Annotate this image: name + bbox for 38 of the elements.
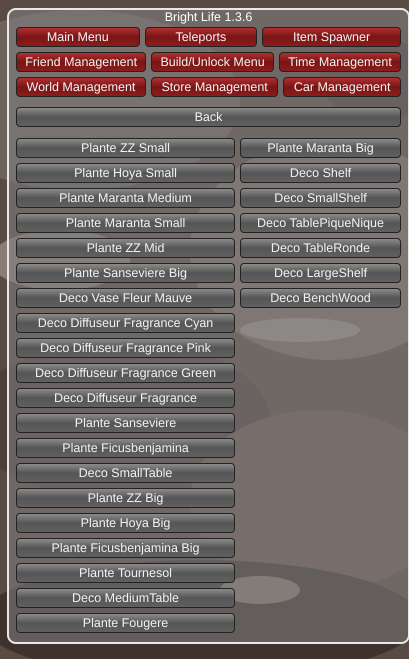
item-button[interactable]: Deco SmallShelf [240, 188, 401, 208]
item-button[interactable]: Plante ZZ Mid [16, 238, 235, 258]
item-button[interactable]: Plante Tournesol [16, 563, 235, 583]
menu-button[interactable]: Store Management [150, 77, 278, 97]
item-button[interactable]: Deco Diffuseur Fragrance Cyan [16, 313, 235, 333]
item-button[interactable]: Plante Maranta Big [240, 138, 401, 158]
item-button[interactable]: Plante Ficusbenjamina Big [16, 538, 235, 558]
item-button[interactable]: Deco LargeShelf [240, 263, 401, 283]
menu-button[interactable]: Build/Unlock Menu [151, 52, 274, 72]
item-button[interactable]: Deco Shelf [240, 163, 401, 183]
item-button[interactable]: Plante ZZ Small [16, 138, 235, 158]
item-button[interactable]: Deco BenchWood [240, 288, 401, 308]
item-button[interactable]: Plante Fougere [16, 613, 235, 633]
item-button[interactable]: Deco Diffuseur Fragrance [16, 388, 235, 408]
item-button[interactable]: Plante Hoya Big [16, 513, 235, 533]
window-title: Bright Life 1.3.6 [164, 10, 254, 26]
menu-button[interactable]: Car Management [283, 77, 401, 97]
item-button[interactable]: Deco Vase Fleur Mauve [16, 288, 235, 308]
menu-button[interactable]: Main Menu [16, 27, 140, 47]
item-button[interactable]: Plante Maranta Medium [16, 188, 235, 208]
menu-button[interactable]: Friend Management [16, 52, 146, 72]
item-button[interactable]: Plante Hoya Small [16, 163, 235, 183]
item-button[interactable]: Deco TablePiqueNique [240, 213, 401, 233]
item-button[interactable]: Deco Diffuseur Fragrance Green [16, 363, 235, 383]
item-button[interactable]: Deco TableRonde [240, 238, 401, 258]
item-button[interactable]: Plante Ficusbenjamina [16, 438, 235, 458]
menu-button[interactable]: World Management [16, 77, 146, 97]
item-button[interactable]: Plante Sanseviere [16, 413, 235, 433]
item-button[interactable]: Deco MediumTable [16, 588, 235, 608]
menu-button[interactable]: Teleports [144, 27, 258, 47]
back-button[interactable]: Back [16, 107, 401, 127]
item-button[interactable]: Plante ZZ Big [16, 488, 235, 508]
item-button[interactable]: Plante Maranta Small [16, 213, 235, 233]
menu-button[interactable]: Item Spawner [262, 27, 401, 47]
item-button[interactable]: Deco SmallTable [16, 463, 235, 483]
item-button[interactable]: Plante Sanseviere Big [16, 263, 235, 283]
item-button[interactable]: Deco Diffuseur Fragrance Pink [16, 338, 235, 358]
menu-button[interactable]: Time Management [278, 52, 402, 72]
